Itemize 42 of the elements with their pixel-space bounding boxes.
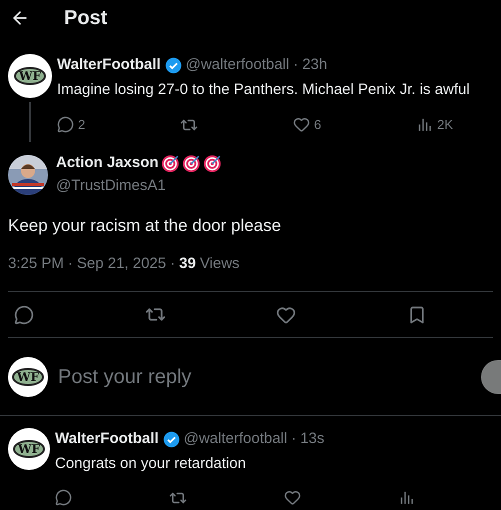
target-icon: [204, 154, 222, 172]
author-handle[interactable]: @TrustDimesA1: [56, 174, 222, 197]
post-date: Sep 21, 2025: [76, 254, 166, 274]
logo-avatar[interactable]: WF: [8, 54, 52, 98]
target-icon: [182, 154, 201, 172]
author-name[interactable]: Action Jaxson: [56, 152, 159, 174]
bar-chart-icon[interactable]: [416, 116, 434, 134]
author-name[interactable]: WalterFootball: [57, 54, 161, 76]
logo-avatar[interactable]: WF: [8, 356, 48, 396]
reply-icon[interactable]: [55, 489, 72, 506]
reply-button[interactable]: [481, 360, 501, 394]
stat-count: 2: [78, 116, 86, 134]
target-icon: [162, 154, 180, 172]
post-time: 13s: [300, 429, 324, 449]
logo-text: WF: [14, 67, 46, 85]
page-title: Post: [64, 6, 108, 31]
reply-field[interactable]: Post your reply: [58, 362, 471, 392]
stat-count: 6: [314, 116, 322, 134]
post-text: Keep your racism at the door please: [7, 215, 282, 237]
post-time: 23h: [302, 55, 328, 75]
logo-text: WF: [12, 368, 44, 386]
logo-text: WF: [13, 440, 45, 458]
author-name[interactable]: WalterFootball: [55, 428, 159, 450]
post-text: Imagine losing 27-0 to the Panthers. Michael Penix Jr. is awful: [57, 80, 471, 100]
like-icon[interactable]: [276, 304, 296, 324]
post-time: 3:25 PM: [8, 254, 64, 274]
separator-dot: ·: [170, 254, 176, 274]
reply-icon[interactable]: [14, 304, 34, 324]
view-count: 39: [179, 254, 196, 274]
bar-chart-icon[interactable]: [398, 489, 415, 506]
author-handle[interactable]: @walterfootball: [186, 54, 290, 76]
logo-avatar[interactable]: WF: [8, 428, 50, 470]
post-text: Congrats on your retardation: [55, 454, 247, 474]
like-icon[interactable]: [284, 489, 301, 506]
author-handle[interactable]: @walterfootball: [184, 428, 288, 450]
stat-count: 2K: [437, 116, 453, 134]
views-label: Views: [200, 254, 240, 274]
separator-dot: ·: [68, 254, 73, 274]
separator-dot: ·: [291, 429, 296, 449]
separator-dot: ·: [293, 55, 298, 75]
reply-icon[interactable]: [57, 116, 74, 134]
like-icon[interactable]: [292, 116, 310, 134]
